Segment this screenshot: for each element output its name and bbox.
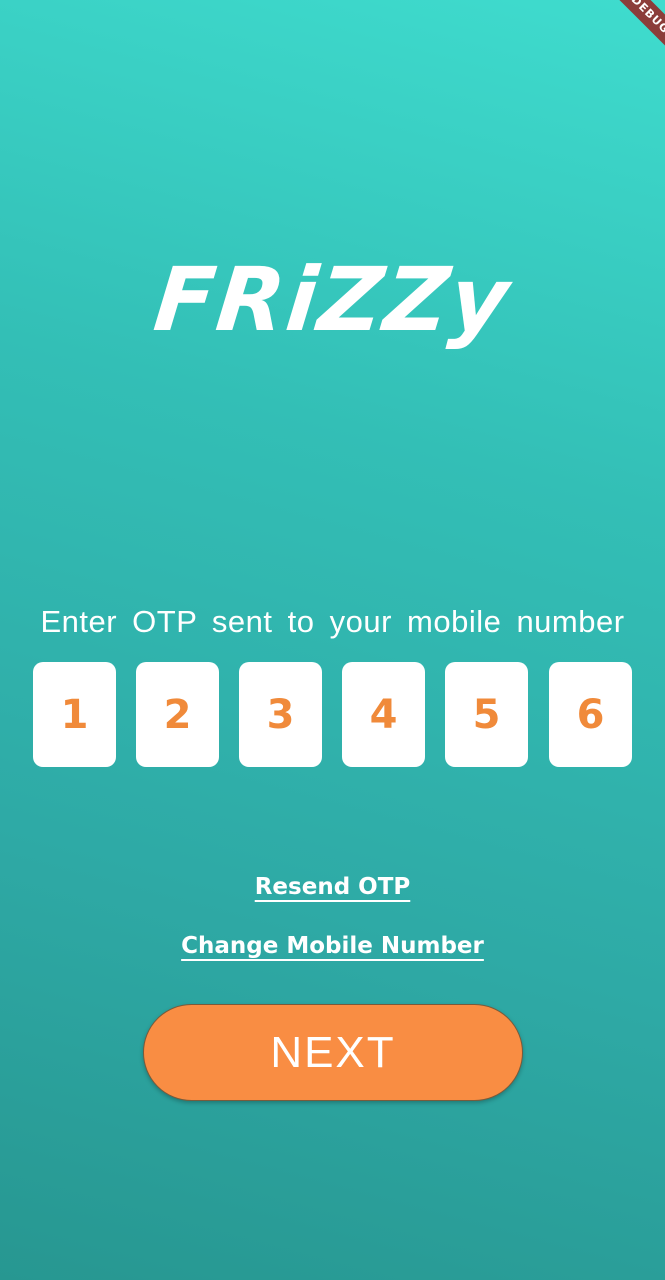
app-logo: FRiZZy xyxy=(149,248,516,351)
change-number-container: Change Mobile Number xyxy=(0,933,665,959)
resend-otp-link[interactable]: Resend OTP xyxy=(255,874,411,900)
otp-digit-3[interactable]: 3 xyxy=(239,662,322,767)
resend-otp-container: Resend OTP xyxy=(0,874,665,900)
otp-digit-1[interactable]: 1 xyxy=(33,662,116,767)
next-button[interactable]: NEXT xyxy=(143,1004,523,1101)
otp-digit-5[interactable]: 5 xyxy=(445,662,528,767)
otp-prompt: Enter OTP sent to your mobile number xyxy=(40,604,625,639)
change-mobile-number-link[interactable]: Change Mobile Number xyxy=(181,933,484,959)
otp-digit-2[interactable]: 2 xyxy=(136,662,219,767)
debug-banner-label: DEBUG xyxy=(603,0,665,62)
otp-input-row: 1 2 3 4 5 6 xyxy=(33,662,633,767)
otp-digit-6[interactable]: 6 xyxy=(549,662,632,767)
otp-digit-4[interactable]: 4 xyxy=(342,662,425,767)
debug-banner: DEBUG xyxy=(585,0,665,80)
